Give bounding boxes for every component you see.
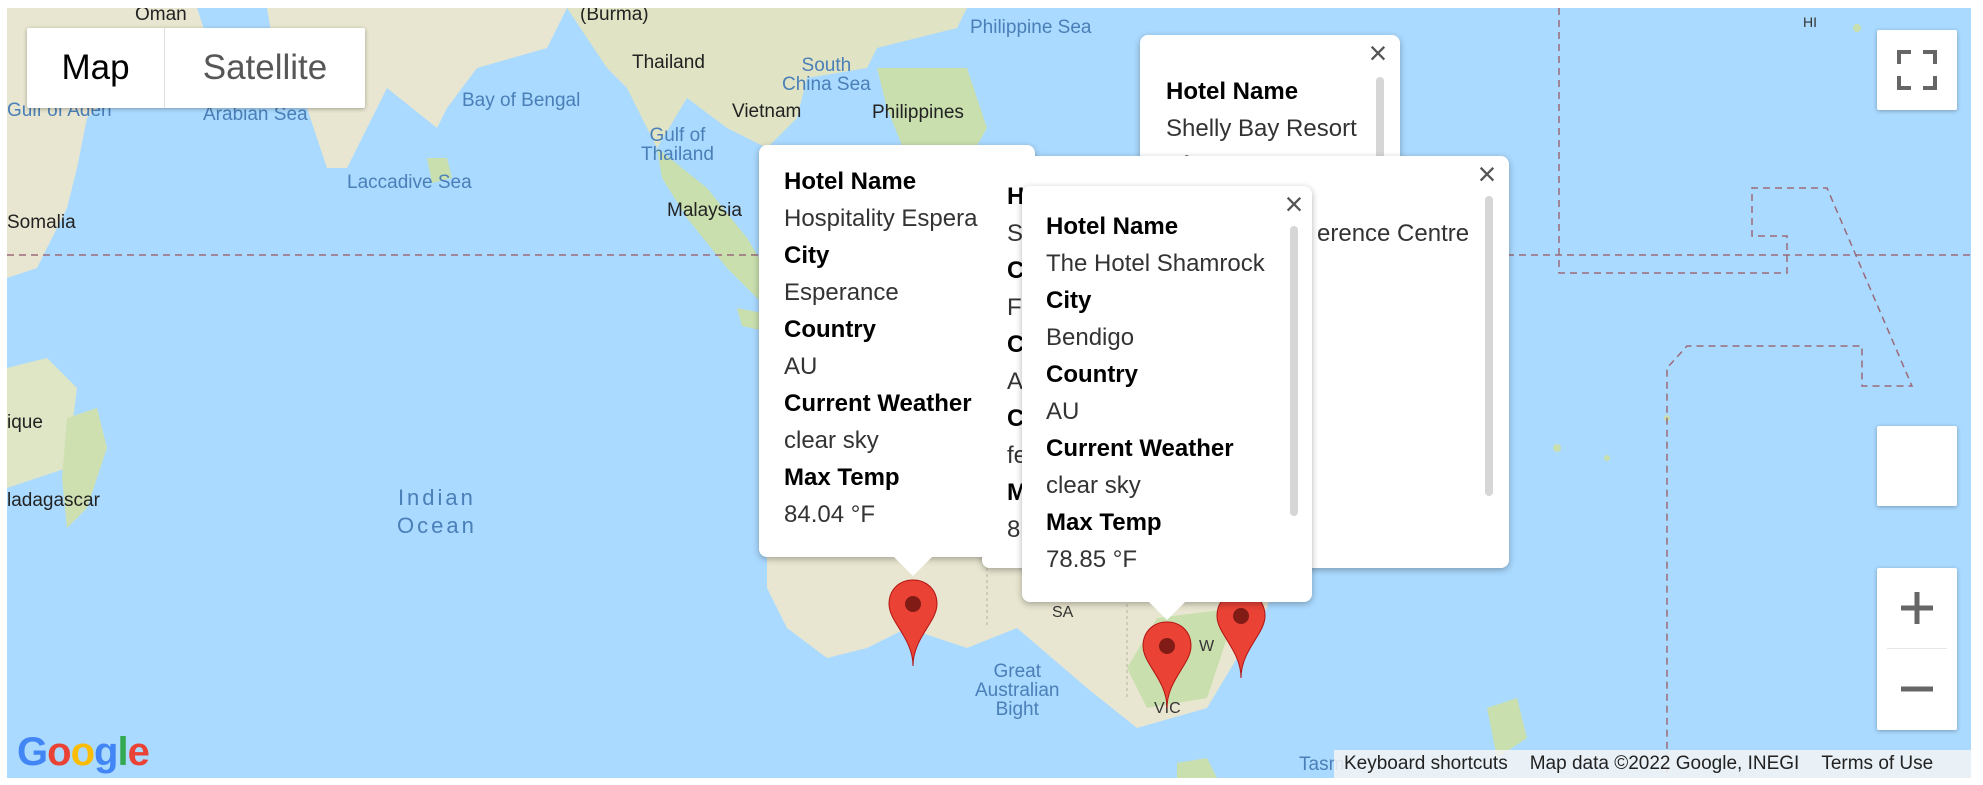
close-icon[interactable]: × bbox=[1280, 186, 1308, 222]
map-canvas[interactable]: Oman (Burma) Thailand Philippine Sea Sou… bbox=[7, 8, 1971, 778]
country-label: Country bbox=[784, 316, 876, 343]
fullscreen-icon bbox=[1897, 50, 1937, 90]
popup-shamrock: × Hotel Name The Hotel Shamrock City Ben… bbox=[1022, 186, 1312, 602]
map-type-control: Map Satellite bbox=[27, 28, 365, 108]
hotel-name-label: Hotel Name bbox=[784, 168, 917, 195]
temp-value: 84.04 °F bbox=[784, 501, 875, 528]
temp-label: Max Temp bbox=[784, 464, 900, 491]
zoom-out-button[interactable] bbox=[1877, 649, 1957, 729]
label-hi: HI bbox=[1803, 14, 1817, 30]
popup-tip bbox=[1147, 600, 1187, 620]
hotel-name-label: Hotel Name bbox=[1046, 213, 1179, 240]
close-icon[interactable]: × bbox=[1473, 156, 1501, 192]
zoom-in-button[interactable] bbox=[1877, 568, 1957, 648]
popup-tip bbox=[893, 556, 933, 576]
hotel-name-value: The Hotel Shamrock bbox=[1046, 250, 1265, 277]
weather-label: Current Weather bbox=[1046, 435, 1234, 462]
label-laccadive-sea: Laccadive Sea bbox=[347, 172, 472, 193]
hotel-name-value: erence Centre bbox=[1317, 220, 1470, 247]
terms-link[interactable]: Terms of Use bbox=[1821, 753, 1933, 775]
hotel-name-value: Shelly Bay Resort bbox=[1166, 115, 1357, 142]
map-data-attribution: Map data ©2022 Google, INEGI bbox=[1529, 753, 1800, 774]
label-vietnam: Vietnam bbox=[732, 101, 802, 122]
temp-value: 78.85 °F bbox=[1046, 546, 1137, 573]
city-value: Bendigo bbox=[1046, 324, 1135, 351]
marker-esperance[interactable] bbox=[887, 578, 939, 668]
label-madagascar: ladagascar bbox=[7, 490, 100, 511]
weather-value: clear sky bbox=[784, 427, 879, 454]
temp-label: Max Temp bbox=[1046, 509, 1162, 536]
label-sa: SA bbox=[1052, 604, 1074, 621]
label-indian-ocean: Indian Ocean bbox=[397, 485, 477, 538]
city-label: City bbox=[784, 242, 830, 269]
label-philippines: Philippines bbox=[872, 102, 964, 123]
label-great-australian-bight: Great Australian Bight bbox=[975, 661, 1060, 720]
map-footer: Keyboard shortcuts Map data ©2022 Google… bbox=[1334, 750, 1971, 778]
popup-shelly-bay: × Hotel Name Shelly Bay Resort City bbox=[1140, 35, 1400, 175]
fullscreen-button[interactable] bbox=[1877, 30, 1957, 110]
label-mozambique: ique bbox=[7, 412, 43, 433]
google-logo: Google bbox=[17, 730, 150, 774]
label-somalia: Somalia bbox=[7, 212, 76, 233]
label-gulf-of-thailand: Gulf of Thailand bbox=[641, 125, 714, 165]
pegman-control[interactable] bbox=[1877, 426, 1957, 506]
popup-scrollbar[interactable] bbox=[1290, 226, 1298, 516]
label-nsw: W bbox=[1199, 638, 1215, 655]
country-value: AU bbox=[784, 353, 818, 380]
popup-scrollbar[interactable] bbox=[1485, 196, 1493, 496]
label-south-china-sea: South China Sea bbox=[782, 55, 871, 95]
label-philippine-sea: Philippine Sea bbox=[970, 17, 1092, 38]
map-type-satellite-button[interactable]: Satellite bbox=[165, 28, 365, 108]
marker-shamrock[interactable] bbox=[1141, 620, 1193, 710]
map-type-map-button[interactable]: Map bbox=[27, 28, 165, 108]
marker-conference[interactable] bbox=[1215, 590, 1267, 680]
zoom-control bbox=[1877, 568, 1957, 730]
hotel-name-value: Hospitality Espera bbox=[784, 205, 978, 232]
weather-value: clear sky bbox=[1046, 472, 1141, 499]
label-oman: Oman bbox=[135, 8, 187, 25]
city-value: Esperance bbox=[784, 279, 899, 306]
country-value: AU bbox=[1046, 398, 1080, 425]
city-label: City bbox=[1046, 287, 1092, 314]
weather-label: Current Weather bbox=[784, 390, 972, 417]
label-malaysia: Malaysia bbox=[667, 200, 742, 221]
hotel-name-label: Hotel Name bbox=[1166, 78, 1299, 105]
minus-icon bbox=[1901, 686, 1933, 692]
label-burma: (Burma) bbox=[580, 8, 649, 25]
plus-icon bbox=[1901, 592, 1933, 624]
country-label: Country bbox=[1046, 361, 1138, 388]
close-icon[interactable]: × bbox=[1364, 35, 1392, 71]
label-bay-of-bengal: Bay of Bengal bbox=[462, 90, 581, 111]
keyboard-shortcuts-link[interactable]: Keyboard shortcuts bbox=[1344, 753, 1508, 775]
label-thailand: Thailand bbox=[632, 52, 705, 73]
